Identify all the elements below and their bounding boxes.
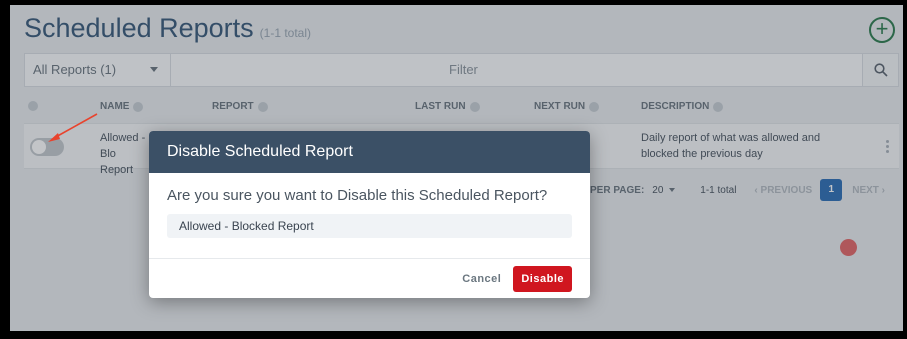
disable-button[interactable]: Disable bbox=[513, 265, 572, 292]
dialog-body: Are you sure you want to Disable this Sc… bbox=[149, 173, 590, 238]
dialog-report-name: Allowed - Blocked Report bbox=[167, 214, 572, 238]
dialog-question: Are you sure you want to Disable this Sc… bbox=[167, 187, 548, 204]
dialog-title: Disable Scheduled Report bbox=[149, 131, 590, 173]
app-frame: Scheduled Reports (1-1 total) + All Repo… bbox=[10, 5, 903, 331]
cancel-button[interactable]: Cancel bbox=[462, 273, 501, 285]
disable-report-dialog: Disable Scheduled Report Are you sure yo… bbox=[149, 131, 590, 298]
dialog-footer: Cancel Disable bbox=[149, 258, 590, 298]
